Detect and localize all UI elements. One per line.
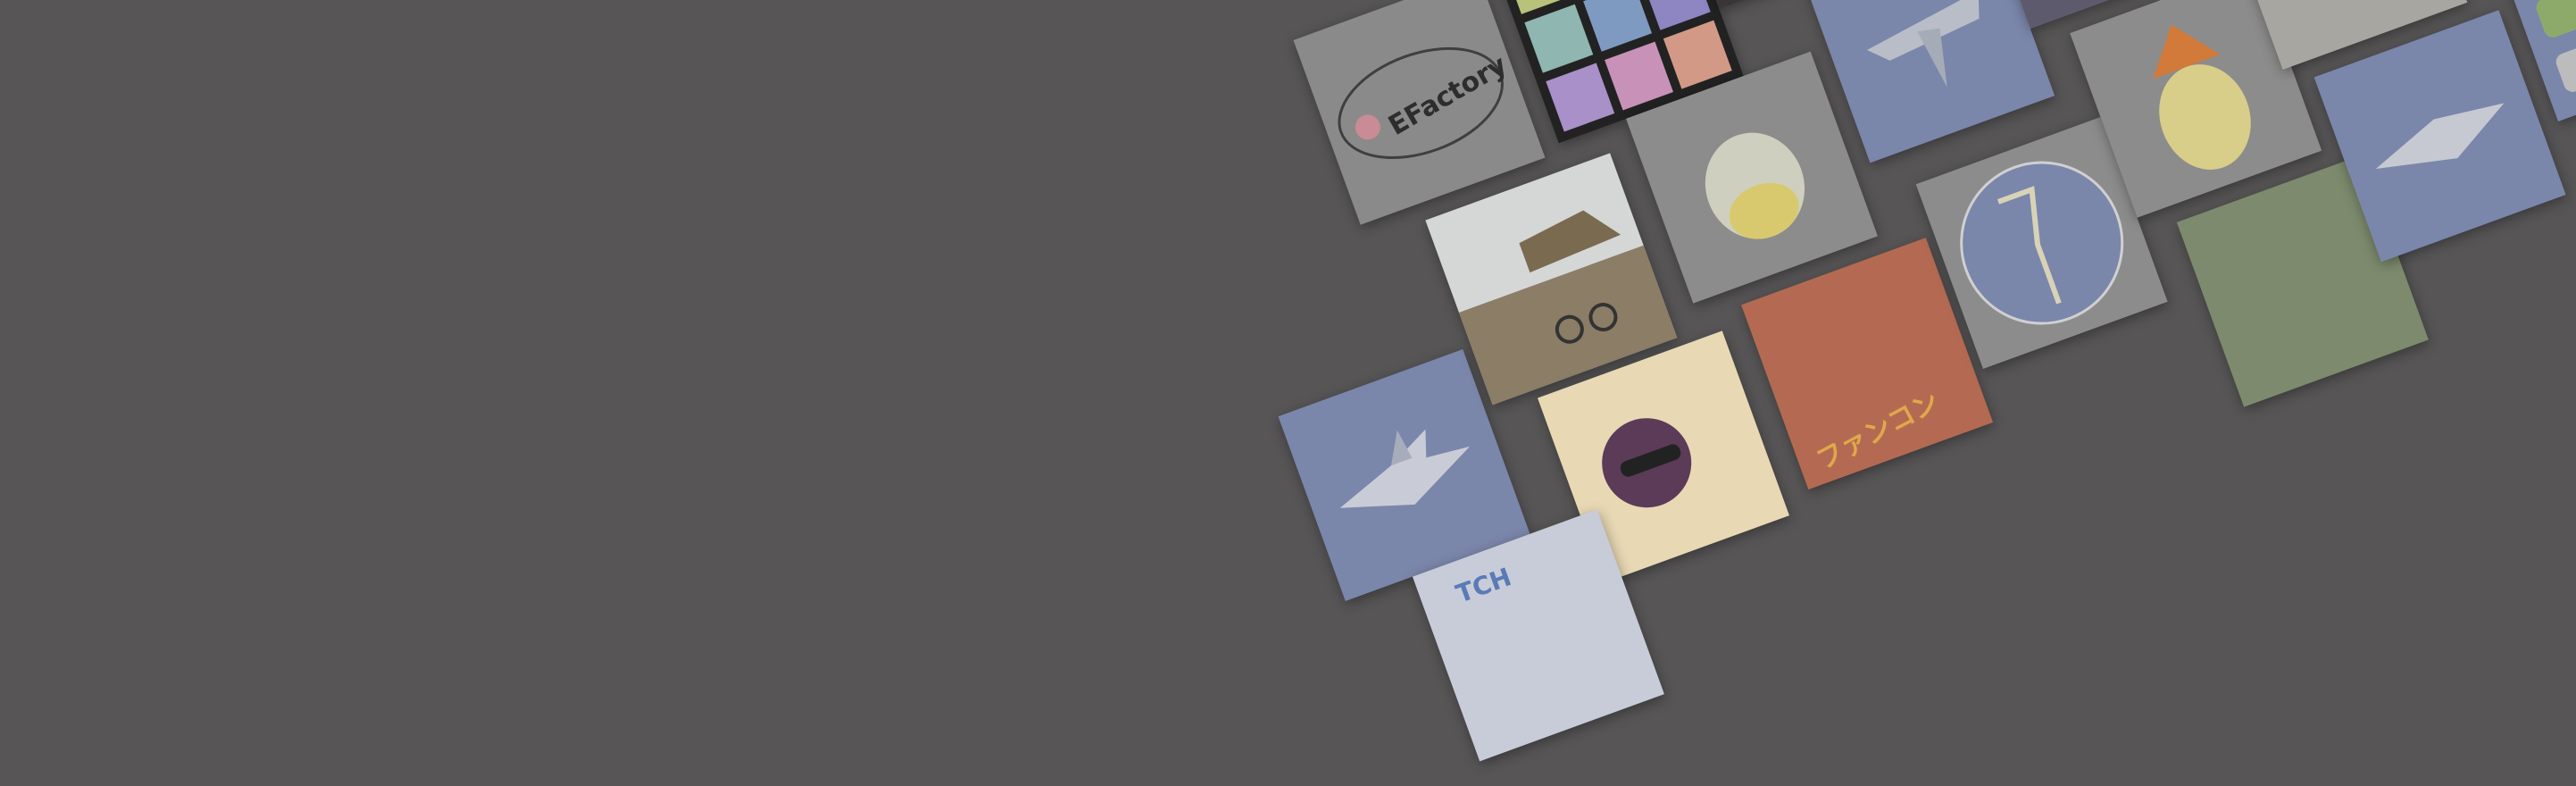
katakana-label: ファンコン	[1811, 386, 1945, 477]
watch-label: TCH	[1452, 562, 1515, 609]
thumbnail-mosaic: EFactory TCH ファンコン	[1107, 0, 2576, 762]
